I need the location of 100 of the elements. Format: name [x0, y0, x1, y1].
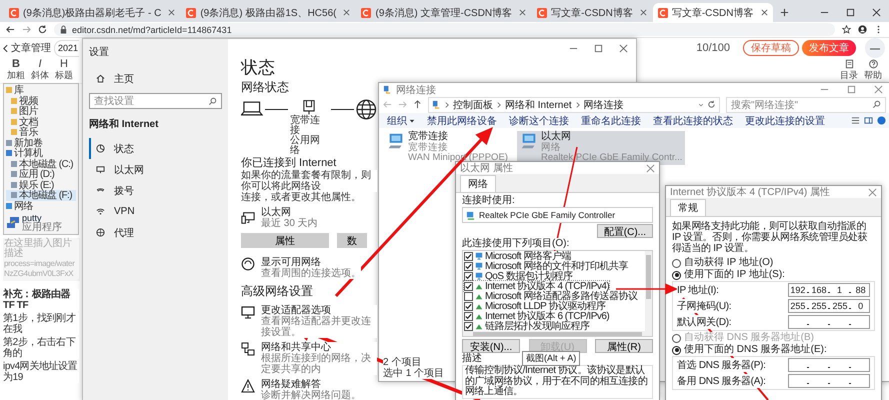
monitor-icon: [96, 165, 105, 174]
settings-button[interactable]: 属性: [241, 233, 329, 248]
maximize-icon[interactable]: [846, 8, 855, 17]
close-icon[interactable]: [872, 8, 881, 17]
settings-nav-item[interactable]: 拨号: [89, 180, 222, 201]
list-item[interactable]: Internet 协议版本 4 (TCP/IPv4): [464, 281, 610, 291]
dialog-tab[interactable]: 网络: [460, 175, 496, 192]
checkbox[interactable]: [464, 252, 473, 260]
side-tool[interactable]: 帮助: [861, 58, 885, 81]
list-item[interactable]: Microsoft 网络的文件和打印机共享: [464, 261, 628, 271]
maximize-icon[interactable]: [594, 44, 603, 53]
home-nav-item[interactable]: 主页: [89, 68, 222, 89]
title-input[interactable]: 2021: [54, 40, 79, 56]
profile-icon[interactable]: [858, 25, 867, 34]
dialog-title: 以太网 属性: [460, 162, 513, 175]
view-options-icon[interactable]: [851, 116, 860, 125]
refresh-icon[interactable]: [707, 100, 716, 109]
paragraph: ipv4网关地址设置为19: [3, 361, 79, 383]
settings-nav-item[interactable]: VPN: [89, 201, 222, 222]
checkbox[interactable]: [464, 282, 473, 290]
search-field[interactable]: 查找设置: [89, 93, 222, 109]
radio-option[interactable]: 使用下面的 DNS 服务器地址(E):: [672, 344, 827, 356]
radio-option[interactable]: 使用下面的 IP 地址(S):: [672, 269, 785, 281]
settings-nav-item[interactable]: 状态: [89, 138, 222, 159]
browser-tab[interactable]: (9条消息) 文章管理-CSDN博客: [356, 3, 532, 22]
settings-nav-item[interactable]: 以太网: [89, 159, 222, 180]
close-icon[interactable]: [343, 9, 350, 16]
format-tool[interactable]: I 斜体: [28, 58, 52, 81]
publish-button[interactable]: 发布文章: [802, 40, 856, 56]
command-button[interactable]: 查看此连接的状态: [649, 114, 737, 128]
preview-pane-icon[interactable]: [864, 116, 873, 125]
breadcrumb-item[interactable]: 网络和 Internet: [505, 98, 572, 112]
chevron-icon: [3, 44, 8, 52]
ip-address-field[interactable]: [788, 358, 870, 372]
radio-option[interactable]: 自动获得 IP 地址(O): [672, 257, 774, 269]
command-button[interactable]: 重命名此连接: [577, 114, 645, 128]
dialog-button[interactable]: 安装(N)...: [462, 339, 520, 353]
home-icon: [96, 74, 105, 83]
dialog-button[interactable]: 属性(R): [595, 339, 653, 353]
reload-icon[interactable]: [38, 25, 47, 34]
checkbox[interactable]: [464, 322, 473, 330]
list-item[interactable]: 链路层拓扑发现响应程序: [464, 321, 590, 331]
field-label: 首选 DNS 服务器(P):: [677, 358, 766, 372]
checkbox[interactable]: [464, 262, 473, 270]
ip-address-field[interactable]: 192 168 1 88: [788, 283, 870, 297]
back-link[interactable]: 文章管理: [3, 41, 51, 55]
ip-address-field[interactable]: [788, 374, 870, 388]
command-button[interactable]: 组织: [383, 114, 419, 128]
browser-tab[interactable]: (9条消息) 极路由器1S、HC56(: [181, 3, 356, 22]
close-icon[interactable]: [760, 9, 768, 16]
settings-nav-item[interactable]: 代理: [89, 222, 222, 243]
browser-tab[interactable]: 写文章-CSDN博客: [532, 3, 652, 22]
dialog-tab[interactable]: 常规: [670, 199, 706, 216]
scrollbar[interactable]: [462, 331, 653, 337]
avatar-icon[interactable]: [865, 38, 885, 58]
breadcrumb-item[interactable]: 网络连接: [584, 98, 624, 112]
list-item[interactable]: Internet 协议版本 6 (TCP/IPv6): [464, 311, 610, 321]
settings-button[interactable]: 数: [337, 233, 367, 248]
settings-link-item[interactable]: 网络疑难解答 诊断并解决网络问题。: [241, 379, 361, 400]
star-icon[interactable]: [842, 25, 851, 34]
tree-item: 音乐: [6, 127, 76, 138]
radio-button[interactable]: [672, 346, 681, 354]
list-item[interactable]: Microsoft 网络客户端: [464, 251, 571, 261]
checkbox[interactable]: [464, 312, 473, 320]
breadcrumb-item[interactable]: 控制面板: [453, 98, 493, 112]
address-field[interactable]: 控制面板 网络和 Internet 网络连接: [428, 96, 720, 112]
dialog-title: Internet 协议版本 4 (TCP/IPv4) 属性: [670, 186, 830, 199]
close-icon[interactable]: [640, 9, 647, 16]
search-field[interactable]: 搜索"网络连接": [726, 96, 886, 112]
caret-icon: [409, 118, 415, 124]
up-arrow-icon[interactable]: [413, 100, 422, 109]
radio-button[interactable]: [672, 270, 681, 280]
group-label: 描述: [462, 353, 482, 365]
configure-button[interactable]: 配置(C)...: [596, 224, 653, 238]
command-button[interactable]: 禁用此网络设备: [423, 114, 501, 128]
browser-tab[interactable]: 写文章-CSDN博客: [652, 3, 772, 22]
scrollbar[interactable]: [645, 251, 652, 331]
close-icon[interactable]: [619, 44, 628, 53]
format-tool[interactable]: H 标题: [52, 58, 76, 81]
ip-address-field[interactable]: [788, 315, 870, 329]
checkbox[interactable]: [464, 302, 473, 310]
address-field[interactable]: editor.csdn.net/md?articleId=114867431: [54, 23, 835, 36]
globe-icon: [356, 99, 377, 120]
radio-button[interactable]: [672, 258, 681, 268]
browser-tab[interactable]: (9条消息)极路由器刷老毛子 - C: [4, 3, 180, 22]
list-item[interactable]: Microsoft 网络适配器多路传送器协议: [464, 291, 638, 301]
format-tool[interactable]: B 加粗: [4, 58, 28, 81]
back-arrow-icon[interactable]: [6, 25, 15, 34]
settings-link-item[interactable]: 显示可用网络 查看周围的连接选项。: [241, 257, 361, 279]
command-button[interactable]: 诊断这个连接: [505, 114, 573, 128]
command-button[interactable]: 更改此连接的设置: [741, 114, 829, 128]
side-tool[interactable]: 目录: [837, 58, 861, 81]
help-icon[interactable]: [877, 116, 886, 125]
new-tab-icon[interactable]: [780, 8, 788, 17]
list-item[interactable]: Microsoft LLDP 协议驱动程序: [464, 301, 606, 311]
ip-address-field[interactable]: 255 255 255 0: [788, 299, 870, 313]
status-text: 选中 1 个项目: [383, 368, 444, 379]
close-icon[interactable]: [519, 9, 526, 16]
list-item[interactable]: QoS 数据包计划程序: [464, 271, 572, 281]
close-icon[interactable]: [168, 9, 176, 16]
